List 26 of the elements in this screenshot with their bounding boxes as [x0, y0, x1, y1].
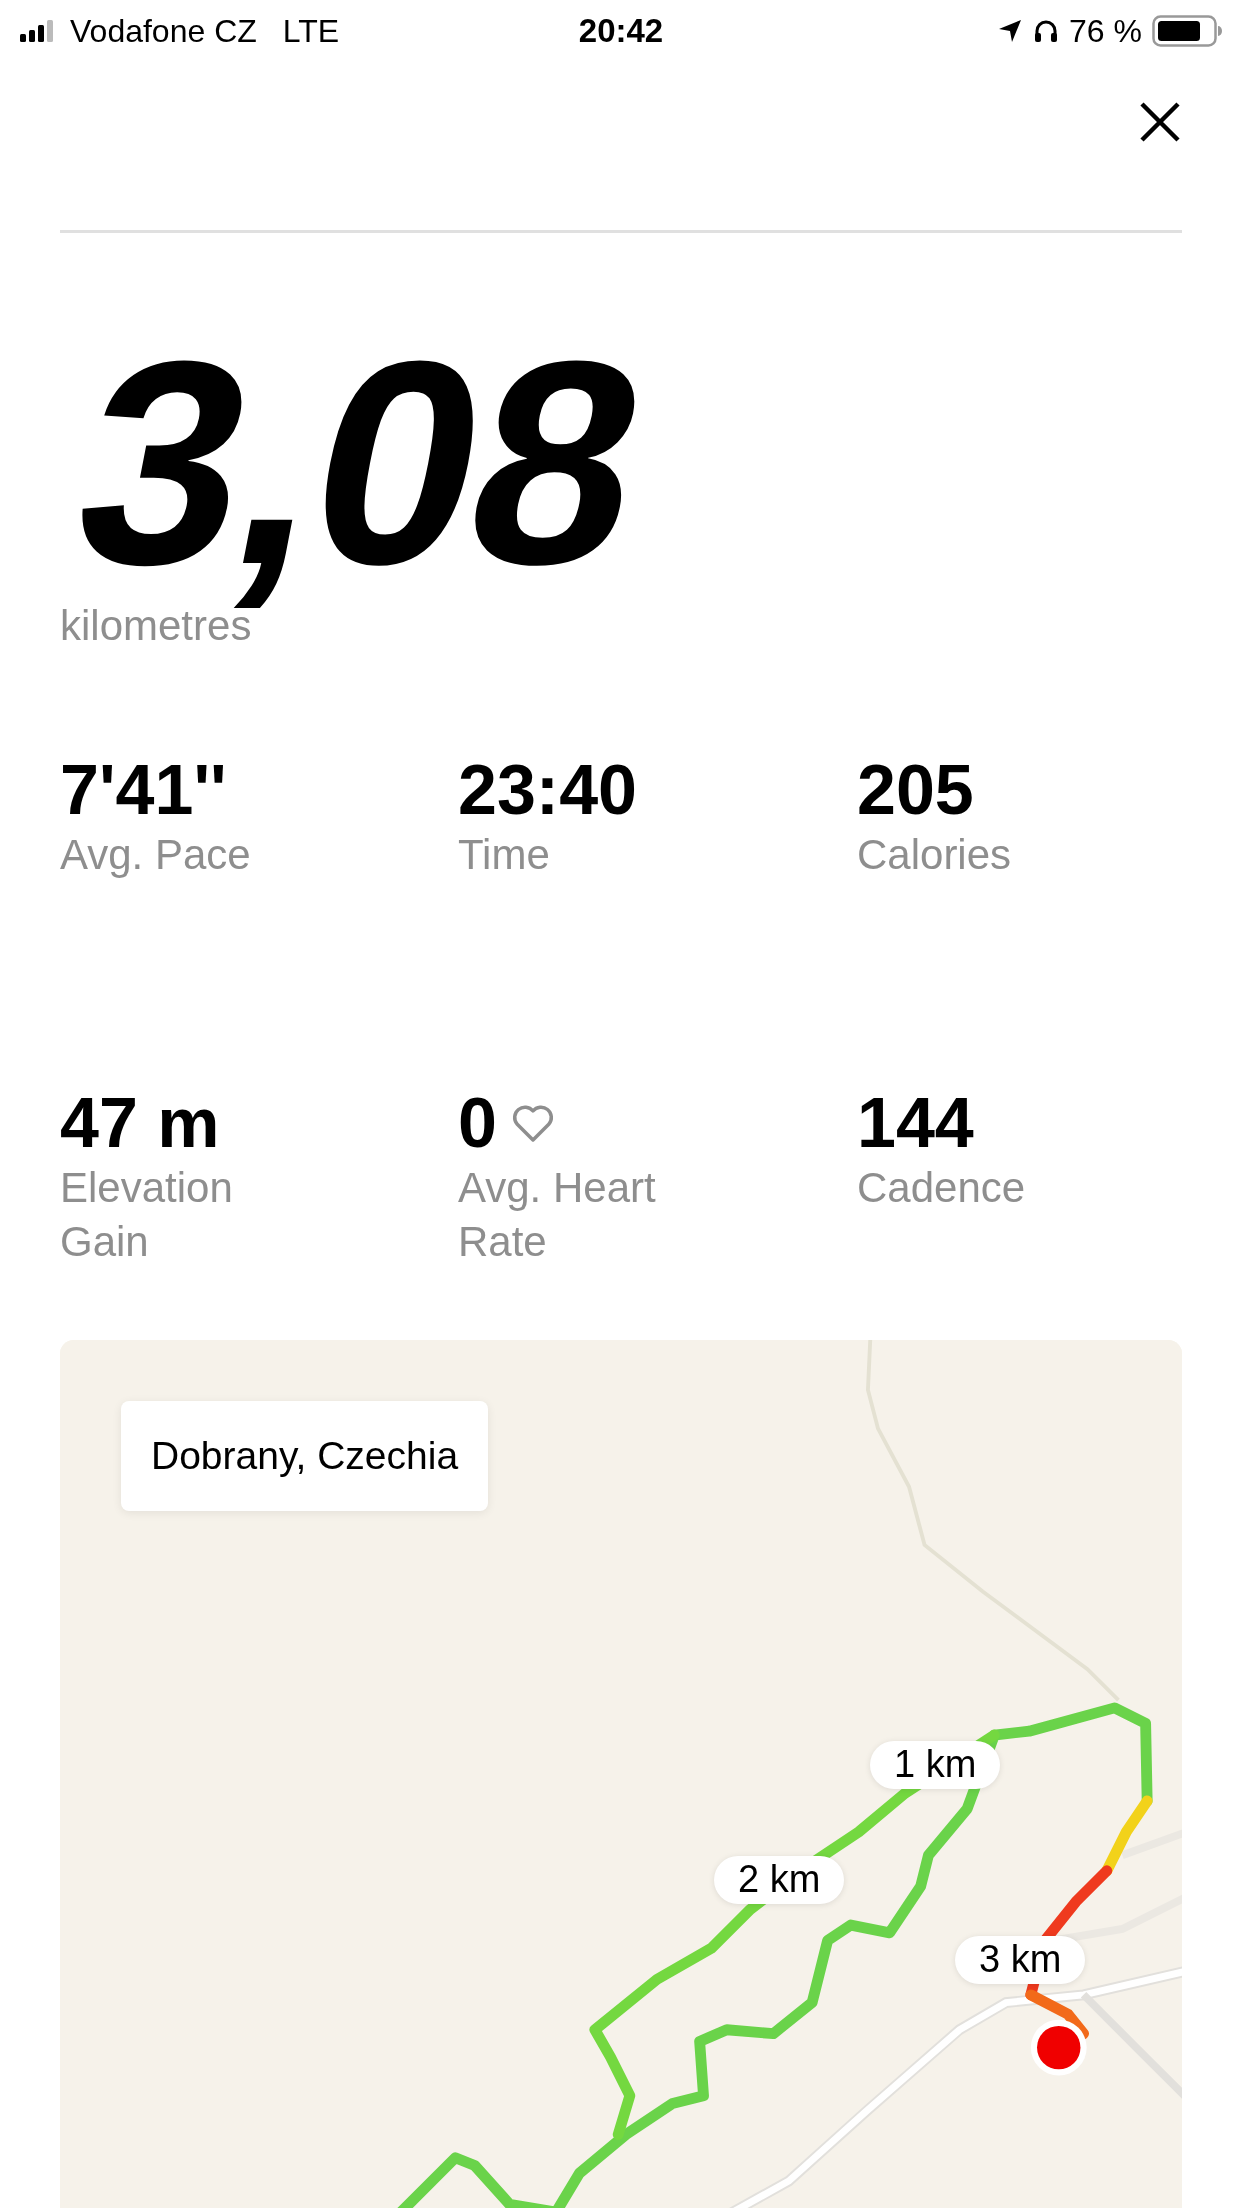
distance-marker: 3 km: [955, 1935, 1086, 1984]
stat-label: Cadence: [857, 1162, 1027, 1213]
stat-value: 47 m: [60, 1087, 220, 1161]
carrier-name: Vodafone CZ: [70, 12, 257, 50]
battery-percent: 76 %: [1069, 12, 1142, 50]
stat-value: 205: [857, 754, 974, 828]
status-time: 20:42: [578, 12, 664, 50]
signal-icon: [20, 19, 56, 43]
stat-value: 7'41'': [60, 754, 227, 828]
location-arrow-icon: [997, 18, 1024, 44]
network-type: LTE: [282, 12, 340, 50]
stat-value: 144: [857, 1087, 974, 1161]
location-label: Dobrany, Czechia: [121, 1400, 489, 1511]
distance-marker: 1 km: [870, 1740, 1001, 1789]
distance-marker: 2 km: [714, 1855, 845, 1904]
close-icon[interactable]: [1138, 100, 1182, 144]
battery-icon: [1152, 15, 1222, 47]
stat-label: Avg. Heart Rate: [458, 1162, 657, 1268]
stat-label: Avg. Pace: [60, 829, 252, 880]
stat-label: Calories: [857, 829, 1013, 880]
stat-label: Elevation Gain: [60, 1162, 234, 1268]
stat-label: Time: [458, 829, 551, 880]
stat-value: 23:40: [458, 754, 638, 828]
stat-value: 0: [458, 1087, 497, 1161]
heart-icon: [510, 1103, 555, 1144]
headphones-icon: [1033, 18, 1060, 44]
